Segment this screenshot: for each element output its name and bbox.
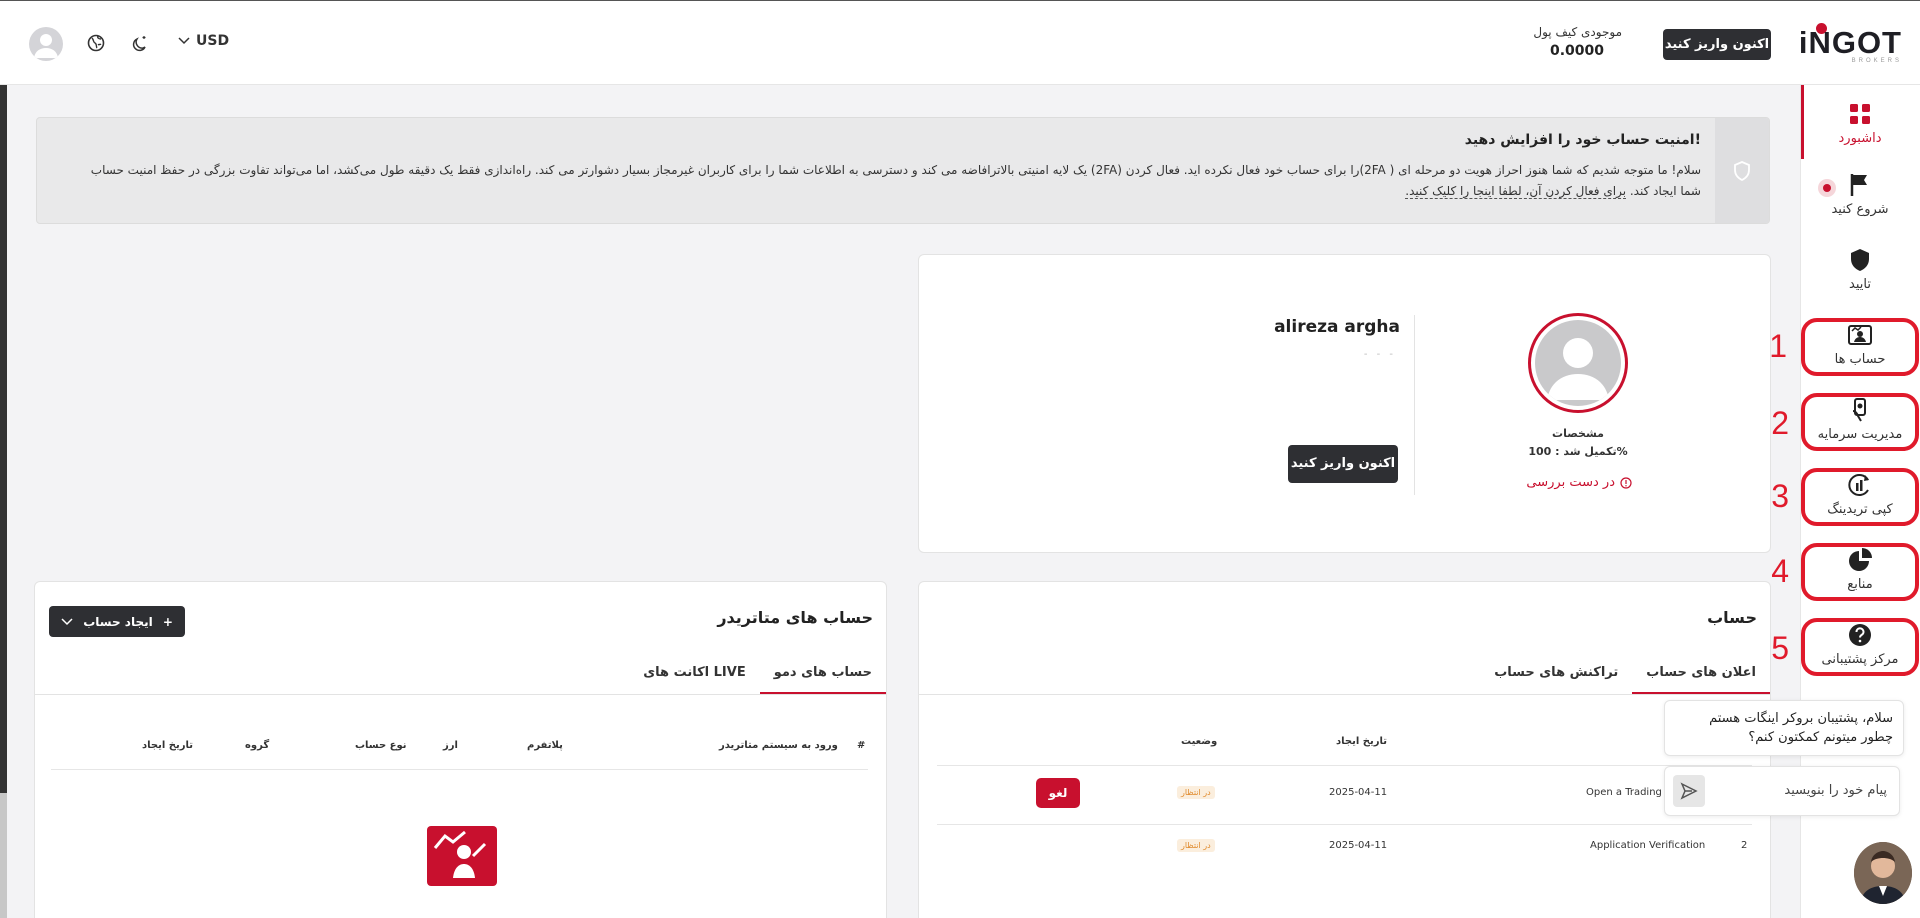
profile-card: مشخصات تکمیل شد : 100% در دست بررسی alir…	[918, 254, 1771, 553]
profile-status: در دست بررسی	[1526, 475, 1632, 490]
shield-outline-icon	[1734, 161, 1750, 181]
table-header-divider	[51, 769, 868, 770]
sidebar-item-get-started[interactable]: شروع کنید	[1800, 172, 1920, 234]
column-header-type: نوع حساب	[355, 740, 407, 751]
plus-icon: +	[162, 614, 173, 629]
annotation-number: 1	[1769, 328, 1787, 364]
globe-icon[interactable]	[86, 33, 106, 53]
profile-details-label[interactable]: مشخصات	[1542, 427, 1614, 440]
column-header-status: وضعیت	[1181, 736, 1218, 747]
profile-name: alireza argha	[1274, 317, 1400, 337]
logo-subtext: BROKERS	[1851, 58, 1902, 64]
annotation-number: 2	[1771, 405, 1789, 441]
dark-mode-icon[interactable]	[130, 33, 150, 53]
wallet-balance-label: موجودی کیف پول	[1533, 25, 1622, 39]
tab-account-notifications[interactable]: اعلان های حساب	[1632, 658, 1770, 694]
row-date: 2025-04-11	[1329, 787, 1388, 798]
column-header-created: تاریخ ایجاد	[1336, 736, 1387, 747]
empty-state-icon	[427, 826, 497, 886]
chevron-down-icon	[61, 617, 73, 625]
wallet-balance-value: 0.0000	[1549, 43, 1604, 59]
annotation-ring-4	[1801, 543, 1919, 601]
profile-divider	[1414, 315, 1415, 495]
tabs-divider	[35, 694, 886, 695]
create-account-button[interactable]: ایجاد حساب +	[49, 606, 185, 637]
enable-2fa-link[interactable]: برای فعال کردن آن، لطفا اینجا را کلیک کن…	[1405, 184, 1627, 199]
sidebar-item-verification[interactable]: تایید	[1800, 247, 1920, 309]
alert-title: امنیت حساب خود را افزایش دهید!	[1464, 132, 1701, 148]
shield-icon	[1851, 249, 1869, 271]
profile-avatar[interactable]	[1528, 313, 1628, 413]
support-agent-avatar[interactable]	[1854, 842, 1912, 904]
currency-selector[interactable]: USD	[178, 33, 229, 49]
chat-input[interactable]: پیام خود را بنویسید	[1664, 766, 1900, 816]
sidebar-item-label: شروع کنید	[1831, 202, 1889, 217]
chat-message: سلام، پشتیبان بروکر اینگات هستم چطور میت…	[1664, 700, 1904, 756]
tabs-divider	[919, 694, 1770, 695]
tab-live-accounts[interactable]: اکانت های LIVE	[629, 658, 759, 694]
table-header-divider	[937, 765, 1752, 766]
metatrader-card: حساب های متاتریدر ایجاد حساب + حساب های …	[34, 581, 887, 918]
annotation-ring-2	[1801, 393, 1919, 451]
chevron-down-icon	[178, 37, 190, 45]
left-edge-bar-lower	[0, 793, 7, 918]
user-avatar[interactable]	[29, 27, 63, 61]
alert-icon-cell	[1715, 118, 1769, 223]
account-tabs: اعلان های حساب تراکنش های حساب	[1480, 658, 1770, 694]
profile-subtext: - - -	[1363, 349, 1396, 360]
annotation-number: 5	[1771, 630, 1789, 666]
profile-status-text: در دست بررسی	[1526, 475, 1615, 490]
column-header-created: تاریخ ایجاد	[142, 740, 193, 751]
ingot-logo[interactable]: iNGOT BROKERS	[1799, 23, 1902, 65]
annotation-ring-5	[1801, 618, 1919, 676]
column-header-currency: ارز	[443, 740, 458, 751]
account-title: حساب	[1707, 608, 1757, 627]
status-badge: در انتظار	[1177, 786, 1215, 799]
send-button[interactable]	[1673, 775, 1705, 807]
column-header-login: ورود به سیستم متاتریدر	[719, 740, 838, 751]
column-header-platform: پلاتفرم	[527, 740, 563, 751]
alert-body: سلام! ما متوجه شدیم که شما هنوز احراز هو…	[71, 160, 1701, 202]
flag-icon	[1850, 174, 1867, 196]
header-deposit-button[interactable]: اکنون واریز کنید	[1663, 29, 1771, 60]
dashboard-icon	[1850, 104, 1870, 124]
create-account-label: ایجاد حساب	[83, 614, 153, 629]
chat-input-placeholder: پیام خود را بنویسید	[1784, 783, 1887, 798]
row-divider	[937, 824, 1752, 825]
info-circle-icon	[1620, 476, 1632, 489]
metatrader-tabs: حساب های دمو اکانت های LIVE	[629, 658, 886, 694]
annotation-ring-3	[1801, 468, 1919, 526]
annotation-number: 3	[1771, 478, 1789, 514]
annotation-number: 4	[1771, 553, 1789, 589]
row-name: Application Verification	[1590, 840, 1706, 851]
profile-complete-label: تکمیل شد : 100%	[1528, 445, 1628, 458]
tab-demo-accounts[interactable]: حساب های دمو	[759, 658, 886, 694]
column-header-index: #	[857, 740, 866, 751]
row-name: Open a Trading	[1586, 787, 1662, 798]
profile-deposit-button[interactable]: اکنون واریز کنید	[1288, 445, 1398, 483]
column-header-group: گروه	[245, 740, 270, 751]
row-date: 2025-04-11	[1329, 840, 1388, 851]
security-alert: امنیت حساب خود را افزایش دهید! سلام! ما …	[36, 117, 1770, 224]
metatrader-title: حساب های متاتریدر	[717, 608, 873, 627]
send-icon	[1680, 782, 1698, 800]
annotation-ring-1	[1801, 318, 1919, 376]
tab-account-transactions[interactable]: تراکنش های حساب	[1480, 658, 1632, 694]
account-card: حساب اعلان های حساب تراکنش های حساب وضعی…	[918, 581, 1771, 918]
sidebar-item-label: داشبورد	[1838, 131, 1882, 146]
row-index: 2	[1741, 840, 1748, 851]
cancel-button[interactable]: لغو	[1036, 778, 1080, 808]
status-badge: در انتظار	[1177, 839, 1215, 852]
left-edge-bar	[0, 85, 7, 793]
sidebar-item-dashboard[interactable]: داشبورد	[1800, 101, 1920, 163]
logo-text: iNGOT	[1798, 25, 1902, 60]
header: iNGOT BROKERS اکنون واریز کنید موجودی کی…	[0, 1, 1920, 85]
sidebar-item-label: تایید	[1849, 277, 1871, 292]
currency-label: USD	[196, 33, 230, 49]
